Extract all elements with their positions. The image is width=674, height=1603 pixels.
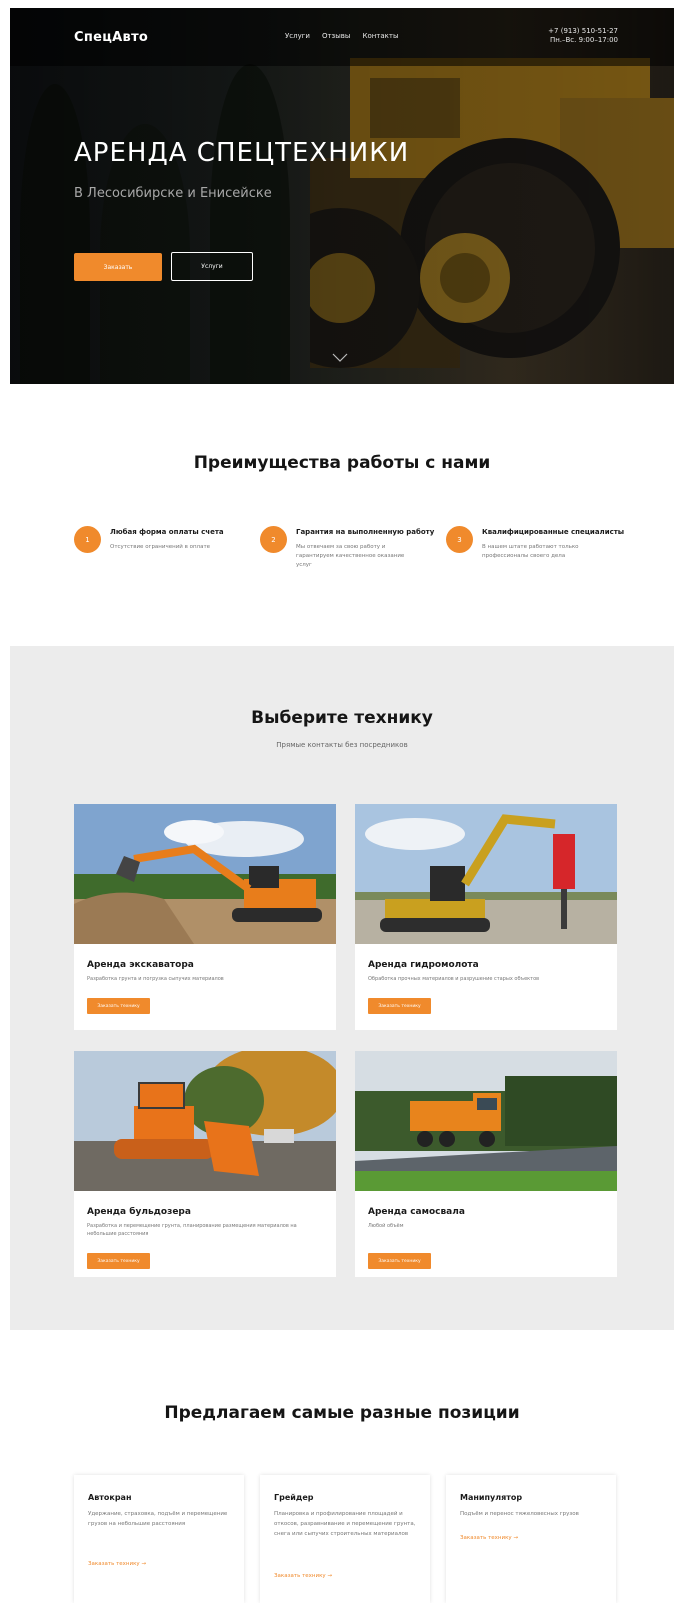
position-title: Автокран [88, 1493, 132, 1502]
positions-title: Предлагаем самые разные позиции [164, 1403, 520, 1423]
order-equipment-button[interactable]: Заказать технику [87, 1253, 150, 1269]
card-title: Аренда гидромолота [368, 960, 479, 970]
advantages-title: Преимущества работы с нами [193, 453, 491, 473]
nav-item-contacts[interactable]: Контакты [362, 32, 398, 40]
position-description: Удержание, страховка, подъём и перемещен… [88, 1511, 228, 1527]
card-description: Разработка грунта и погрузка сыпучих мат… [87, 976, 224, 982]
advantage-number-badge: 3 [446, 526, 473, 553]
advantage-number-badge: 2 [260, 526, 287, 553]
position-card-truck-crane: Автокран Удержание, страховка, подъём и … [74, 1475, 244, 1603]
order-button[interactable]: Заказать [74, 253, 162, 281]
equipment-card-excavator: Аренда экскаватора Разработка грунта и п… [74, 804, 336, 1030]
advantage-text: В нашем штате работают только профессион… [482, 544, 579, 559]
position-description: Планировка и профилирование площадей и о… [274, 1511, 416, 1537]
hydraulic-hammer-image [355, 804, 617, 944]
equipment-card-dump-truck: Аренда самосвала Любой объём Заказать те… [355, 1051, 617, 1277]
card-title: Аренда бульдозера [87, 1207, 191, 1217]
header-contacts: +7 (913) 510-51-27 Пн.–Вс. 9:00–17:00 [548, 27, 618, 45]
card-title: Аренда самосвала [368, 1207, 465, 1217]
services-button[interactable]: Услуги [171, 252, 253, 281]
working-hours: Пн.–Вс. 9:00–17:00 [549, 36, 618, 44]
equipment-card-bulldozer: Аренда бульдозера Разработка и перемещен… [74, 1051, 336, 1277]
advantage-title: Любая форма оплаты счета [110, 528, 224, 536]
order-equipment-button[interactable]: Заказать технику [368, 998, 431, 1014]
advantage-text: Отсутствие ограничений в оплате [110, 544, 211, 550]
bulldozer-image [74, 1051, 336, 1191]
order-equipment-button[interactable]: Заказать технику [368, 1253, 431, 1269]
site-logo[interactable]: СпецАвто [74, 30, 148, 45]
card-description: Разработка и перемещение грунта, планиро… [87, 1223, 297, 1237]
position-card-manipulator: Манипулятор Подъём и перенос тяжеловесны… [446, 1475, 616, 1603]
position-title: Грейдер [274, 1493, 314, 1502]
site-header: СпецАвто Услуги Отзывы Контакты +7 (913)… [10, 8, 674, 66]
order-equipment-button[interactable]: Заказать технику [87, 998, 150, 1014]
chevron-down-icon[interactable] [332, 353, 348, 363]
advantage-text: Мы отвечаем за свою работу и гарантируем… [296, 544, 405, 568]
card-description: Обработка прочных материалов и разрушени… [368, 976, 540, 982]
hero-subtitle: В Лесосибирске и Енисейске [74, 186, 272, 201]
advantage-title: Квалифицированные специалисты [482, 528, 625, 536]
equipment-title: Выберите технику [251, 708, 433, 728]
dump-truck-image [355, 1051, 617, 1191]
phone-number[interactable]: +7 (913) 510-51-27 [548, 27, 618, 36]
card-description: Любой объём [368, 1223, 404, 1229]
advantage-title: Гарантия на выполненную работу [296, 528, 435, 536]
order-equipment-link[interactable]: Заказать технику → [274, 1573, 332, 1579]
nav-item-reviews[interactable]: Отзывы [322, 32, 351, 40]
position-card-grader: Грейдер Планировка и профилирование площ… [260, 1475, 430, 1603]
excavator-image [74, 804, 336, 944]
hero-title: АРЕНДА СПЕЦТЕХНИКИ [74, 138, 410, 168]
equipment-subtitle: Прямые контакты без посредников [276, 741, 408, 749]
order-equipment-link[interactable]: Заказать технику → [460, 1535, 518, 1541]
main-nav: Услуги Отзывы Контакты [285, 32, 399, 40]
advantage-number-badge: 1 [74, 526, 101, 553]
landing-page: СпецАвто Услуги Отзывы Контакты +7 (913)… [10, 8, 674, 1603]
equipment-card-hydraulic-hammer: Аренда гидромолота Обработка прочных мат… [355, 804, 617, 1030]
order-equipment-link[interactable]: Заказать технику → [88, 1561, 146, 1567]
card-title: Аренда экскаватора [87, 960, 194, 970]
position-title: Манипулятор [460, 1493, 523, 1502]
hero-section: СпецАвто Услуги Отзывы Контакты +7 (913)… [10, 8, 674, 384]
nav-item-services[interactable]: Услуги [285, 32, 310, 40]
position-description: Подъём и перенос тяжеловесных грузов [460, 1511, 579, 1517]
